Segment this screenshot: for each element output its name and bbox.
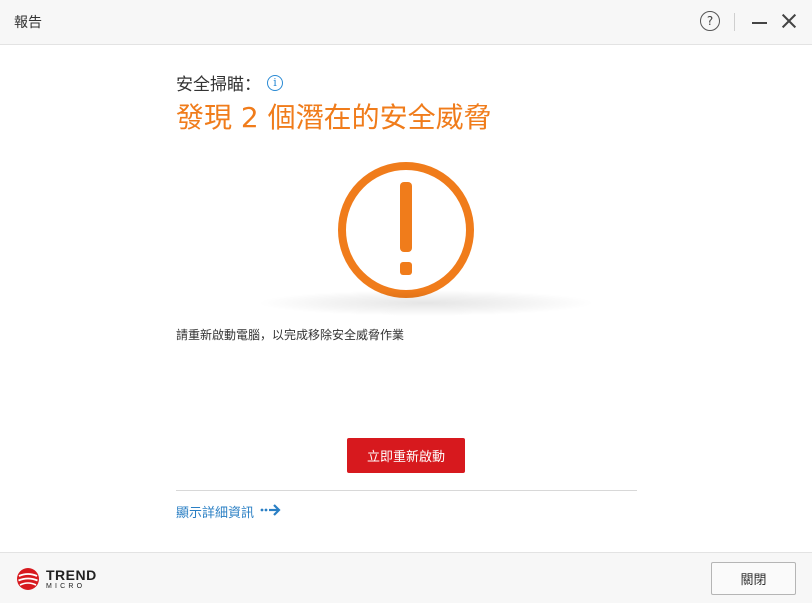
titlebar-divider [734, 13, 735, 31]
title-bar: 報告 ? [0, 0, 812, 45]
arrow-right-icon [260, 503, 282, 521]
warning-icon [336, 160, 476, 300]
show-details-link[interactable]: 顯示詳細資訊 [176, 502, 282, 521]
info-glyph: i [273, 76, 277, 89]
help-glyph: ? [706, 14, 714, 28]
trend-micro-ball-icon [17, 568, 39, 590]
close-button[interactable]: 關閉 [711, 562, 796, 595]
show-details-label: 顯示詳細資訊 [176, 506, 255, 521]
window-title: 報告 [14, 15, 42, 31]
restart-now-button[interactable]: 立即重新啟動 [347, 438, 465, 473]
footer: TREND MICRO 關閉 [0, 552, 812, 603]
minimize-icon[interactable] [750, 10, 770, 32]
info-icon[interactable]: i [267, 74, 283, 91]
scan-label: 安全掃瞄： i [176, 70, 283, 95]
scan-label-text: 安全掃瞄： [176, 75, 261, 95]
restart-message: 請重新啟動電腦，以完成移除安全威脅作業 [176, 328, 405, 342]
close-icon[interactable] [778, 10, 800, 32]
warning-shadow [256, 290, 596, 316]
help-icon[interactable]: ? [700, 11, 720, 31]
logo-wordmark: TREND MICRO [46, 568, 97, 590]
logo-line1: TREND [46, 567, 97, 583]
threat-headline: 發現 2 個潛在的安全威脅 [176, 101, 492, 134]
logo-line2: MICRO [46, 583, 86, 590]
divider [176, 490, 637, 491]
trend-micro-logo: TREND MICRO [16, 567, 97, 591]
